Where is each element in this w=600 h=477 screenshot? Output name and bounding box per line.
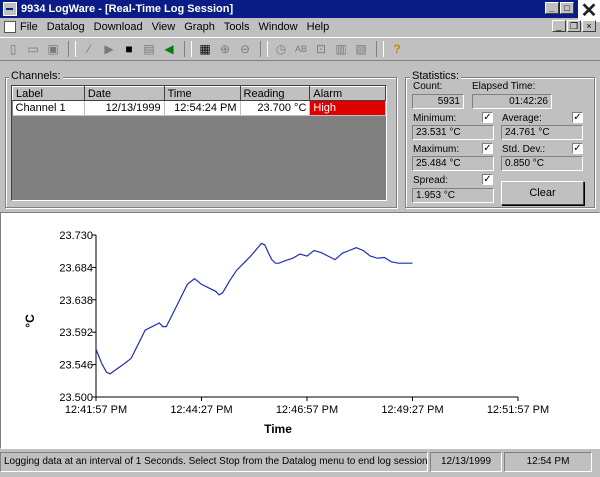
y-tick-label: 23.592	[59, 327, 93, 339]
y-axis-label: °C	[23, 314, 37, 328]
help-icon[interactable]: ?	[388, 40, 406, 58]
table-row[interactable]: Channel 1 12/13/1999 12:54:24 PM 23.700 …	[12, 100, 386, 116]
menu-window[interactable]: Window	[259, 21, 298, 33]
chart-icon[interactable]: ▧	[352, 40, 370, 58]
elapsed-label: Elapsed Time:	[472, 81, 536, 92]
col-time[interactable]: Time	[163, 86, 241, 101]
label-ab-icon[interactable]: AB	[292, 40, 310, 58]
col-reading[interactable]: Reading	[239, 86, 311, 101]
menu-tools[interactable]: Tools	[224, 21, 250, 33]
window-title: 9934 LogWare - [Real-Time Log Session]	[21, 3, 234, 15]
x-tick-label: 12:46:57 PM	[276, 404, 338, 416]
y-tick-label: 23.638	[59, 295, 93, 307]
maximum-checkbox[interactable]: ✓	[482, 143, 493, 154]
x-tick-label: 12:44:27 PM	[170, 404, 232, 416]
play-icon[interactable]: ▶	[100, 40, 118, 58]
minimum-label: Minimum:	[413, 113, 457, 124]
minimum-checkbox[interactable]: ✓	[482, 112, 493, 123]
mdi-close-button[interactable]: ×	[582, 20, 596, 32]
maximum-label: Maximum:	[413, 144, 460, 155]
y-tick-label: 23.546	[59, 360, 93, 372]
toolbar: ▯ ▭ ▣ ⁄ ▶ ■ ▤ ◀ ▦ ⊕ ⊖ ◷ AB ⊡ ▥ ▧ ?	[0, 37, 600, 61]
toolbar-separator	[376, 41, 384, 57]
cell-label[interactable]: Channel 1	[12, 100, 85, 116]
menu-help[interactable]: Help	[307, 21, 330, 33]
cell-alarm[interactable]: High	[309, 100, 386, 116]
minimum-value: 23.531 °C	[412, 125, 494, 140]
toolbar-separator	[68, 41, 76, 57]
y-tick-label: 23.684	[59, 262, 93, 274]
y-tick-label: 23.730	[59, 230, 93, 242]
spread-label: Spread:	[413, 175, 449, 186]
x-tick-label: 12:41:57 PM	[65, 404, 127, 416]
mdi-controls: _ ❐ ×	[552, 20, 596, 32]
status-bar: Logging data at an interval of 1 Seconds…	[0, 452, 600, 474]
clock-icon[interactable]: ◷	[272, 40, 290, 58]
status-time: 12:54 PM	[504, 452, 592, 472]
count-label: Count:	[413, 81, 443, 92]
graph-icon[interactable]: ▦	[196, 40, 214, 58]
mdi-restore-button[interactable]: ❐	[567, 20, 581, 32]
col-alarm[interactable]: Alarm	[309, 86, 386, 101]
y-axis-ticks: 23.730 23.684 23.638 23.592 23.546 23.500	[59, 230, 96, 404]
stddev-value: 0.850 °C	[501, 156, 583, 171]
menu-view[interactable]: View	[152, 21, 176, 33]
temperature-chart: 23.730 23.684 23.638 23.592 23.546 23.500 12:…	[23, 230, 549, 436]
minimize-button[interactable]: _	[545, 2, 559, 14]
elapsed-value: 01:42:26	[472, 94, 552, 109]
stop-icon[interactable]: ■	[120, 40, 138, 58]
save-icon[interactable]: ▣	[44, 40, 62, 58]
zoom-in-icon[interactable]: ⊕	[216, 40, 234, 58]
x-axis-ticks: 12:41:57 PM 12:44:27 PM 12:46:57 PM 12:49:2…	[65, 397, 549, 416]
open-icon[interactable]: ▭	[24, 40, 42, 58]
count-value: 5931	[412, 94, 464, 109]
average-label: Average:	[502, 113, 542, 124]
download-icon[interactable]: ▤	[140, 40, 158, 58]
spread-value: 1.953 °C	[412, 188, 494, 203]
status-date: 12/13/1999	[430, 452, 502, 472]
mdi-minimize-button[interactable]: _	[552, 20, 566, 32]
cell-date[interactable]: 12/13/1999	[84, 100, 165, 116]
toolbar-separator	[184, 41, 192, 57]
chart-panel: 23.730 23.684 23.638 23.592 23.546 23.500 12:…	[0, 212, 600, 449]
app-icon[interactable]	[3, 2, 17, 16]
pin-icon[interactable]: ⊡	[312, 40, 330, 58]
menu-datalog[interactable]: Datalog	[47, 21, 85, 33]
speaker-icon[interactable]: ◀	[160, 40, 178, 58]
menu-download[interactable]: Download	[94, 21, 143, 33]
spread-checkbox[interactable]: ✓	[482, 174, 493, 185]
x-axis-label: Time	[264, 422, 292, 436]
y-tick-label: 23.500	[59, 392, 93, 404]
maximize-button[interactable]: □	[560, 2, 574, 14]
col-date[interactable]: Date	[83, 86, 165, 101]
toolbar-separator	[260, 41, 268, 57]
average-checkbox[interactable]: ✓	[572, 112, 583, 123]
col-label[interactable]: Label	[12, 86, 85, 101]
menu-graph[interactable]: Graph	[184, 21, 215, 33]
menu-bar: File Datalog Download View Graph Tools W…	[0, 18, 600, 36]
channels-grid: Label Date Time Reading Alarm Channel 1 …	[11, 85, 387, 201]
cell-reading[interactable]: 23.700 °C	[240, 100, 311, 116]
x-tick-label: 12:51:57 PM	[487, 404, 549, 416]
cell-time[interactable]: 12:54:24 PM	[164, 100, 241, 116]
average-value: 24.761 °C	[501, 125, 583, 140]
pen-icon[interactable]: ⁄	[80, 40, 98, 58]
clear-button[interactable]: Clear	[501, 181, 584, 205]
maximum-value: 25.484 °C	[412, 156, 494, 171]
status-message: Logging data at an interval of 1 Seconds…	[0, 452, 428, 472]
document-icon[interactable]	[4, 21, 16, 33]
zoom-out-icon[interactable]: ⊖	[236, 40, 254, 58]
series-line	[95, 242, 413, 375]
x-tick-label: 12:49:27 PM	[381, 404, 443, 416]
menu-file[interactable]: File	[20, 21, 38, 33]
title-bar: 9934 LogWare - [Real-Time Log Session] _…	[0, 0, 600, 18]
new-icon[interactable]: ▯	[4, 40, 22, 58]
grid-icon[interactable]: ▥	[332, 40, 350, 58]
stddev-checkbox[interactable]: ✓	[572, 143, 583, 154]
stddev-label: Std. Dev.:	[502, 144, 546, 155]
channels-label: Channels:	[9, 70, 63, 82]
